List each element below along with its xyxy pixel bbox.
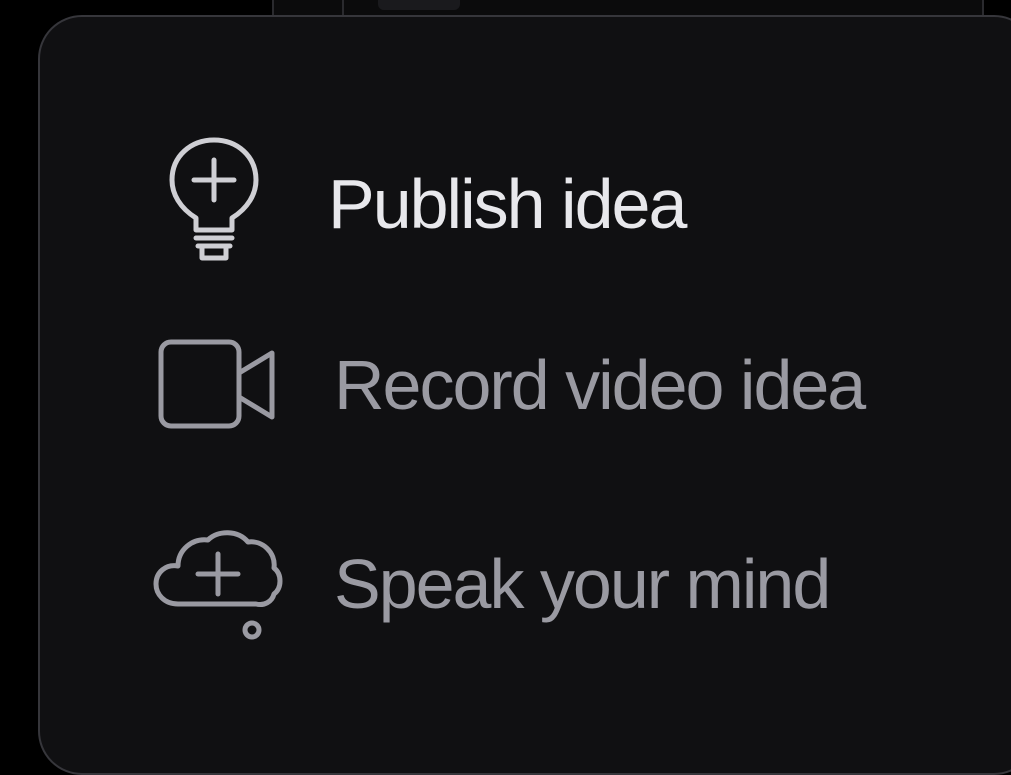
background-window-handle bbox=[378, 0, 460, 10]
create-menu: Publish idea Record video idea Speak you… bbox=[38, 15, 1011, 775]
menu-item-publish-idea[interactable]: Publish idea bbox=[166, 134, 687, 274]
background-window-divider bbox=[342, 0, 344, 16]
thought-cloud-plus-icon bbox=[152, 522, 284, 646]
menu-item-label: Record video idea bbox=[334, 346, 866, 424]
menu-item-speak-your-mind[interactable]: Speak your mind bbox=[152, 522, 831, 646]
video-camera-icon bbox=[158, 339, 278, 431]
menu-item-label: Publish idea bbox=[328, 165, 687, 243]
menu-item-label: Speak your mind bbox=[334, 545, 831, 623]
menu-item-record-video-idea[interactable]: Record video idea bbox=[158, 339, 866, 431]
lightbulb-plus-icon bbox=[166, 134, 262, 274]
